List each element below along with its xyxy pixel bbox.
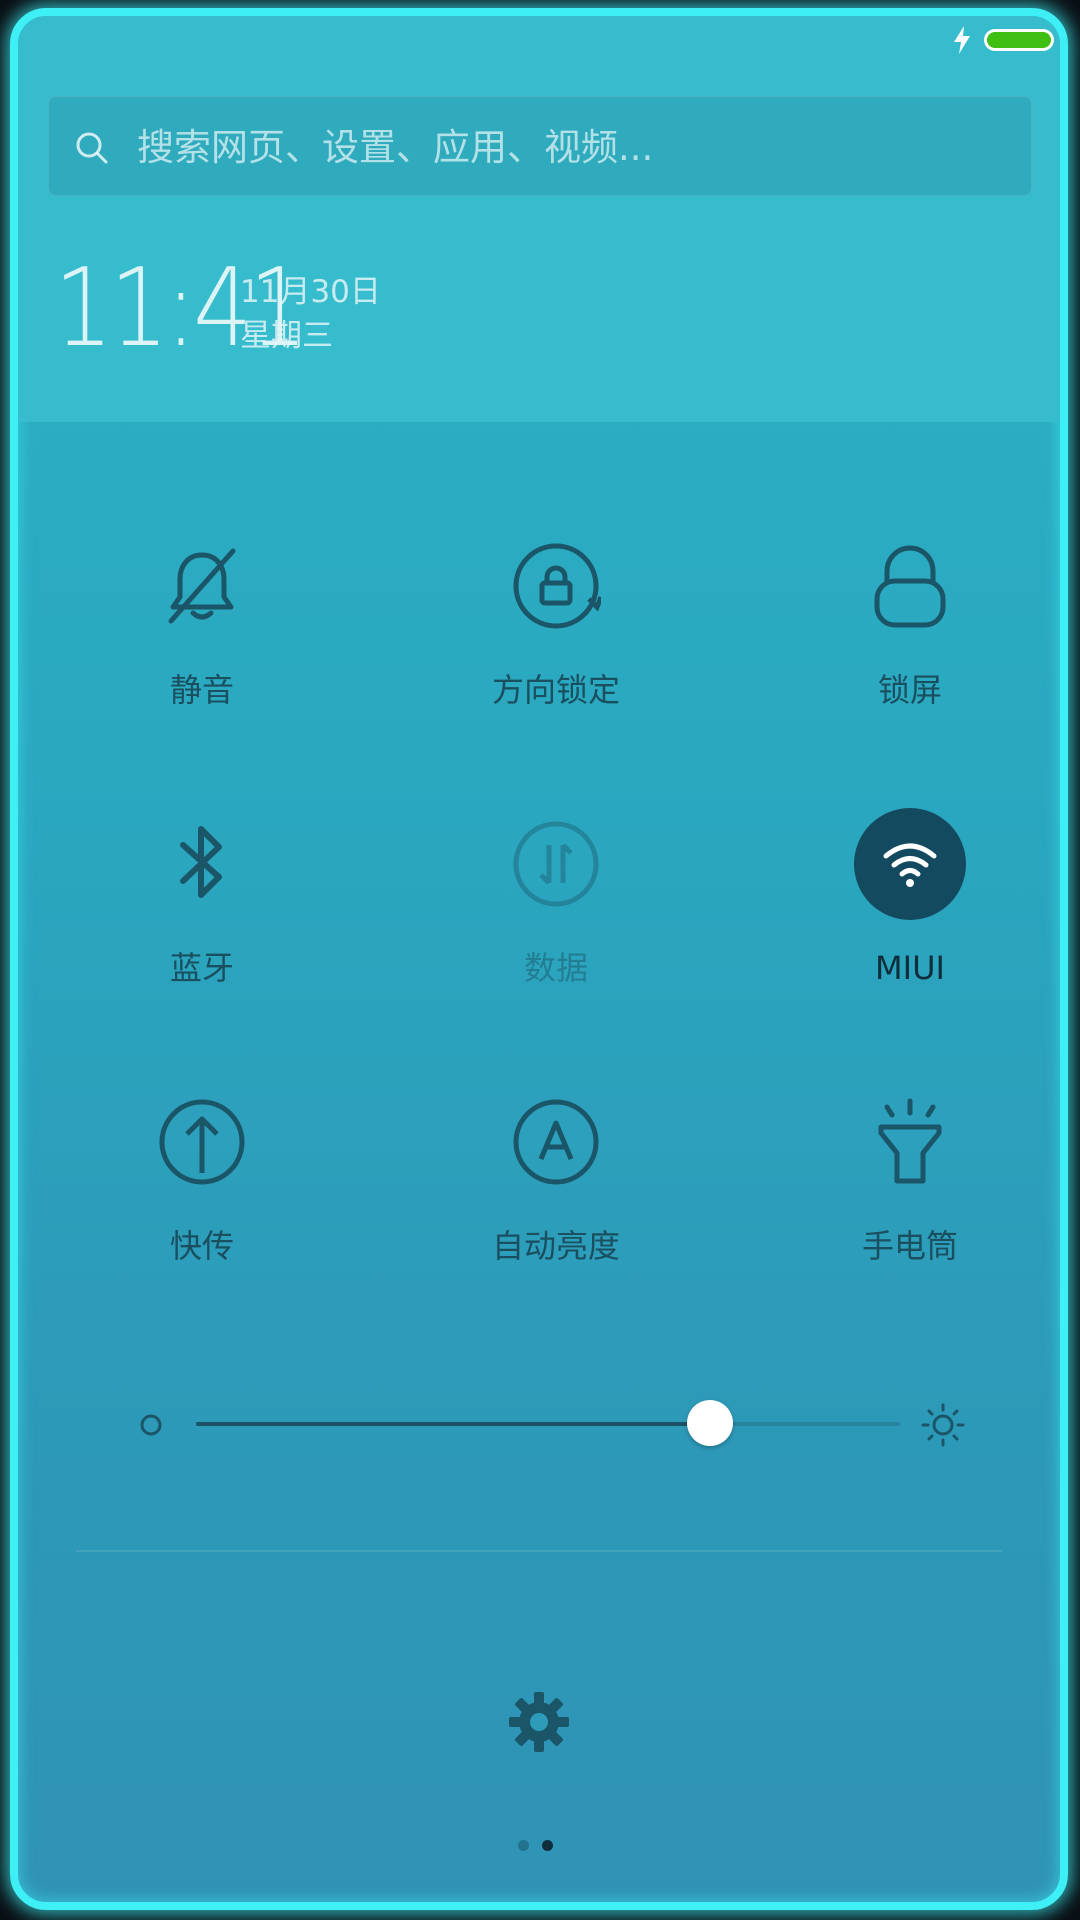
date-text: 11月30日 — [240, 274, 381, 310]
toggle-label: 方向锁定 — [491, 671, 620, 709]
brightness-thumb[interactable] — [686, 1400, 733, 1446]
page-indicator — [518, 1840, 558, 1852]
auto-brightness-icon — [513, 1099, 599, 1185]
battery-level — [987, 32, 1051, 48]
flashlight-icon — [878, 1098, 942, 1184]
toggle-mute[interactable]: 静音 — [52, 526, 352, 746]
toggle-lock-screen[interactable]: 锁屏 — [760, 526, 1060, 746]
clock-date[interactable]: 11月30日 星期三 — [240, 270, 381, 358]
lock-icon — [874, 545, 946, 628]
toggle-flashlight[interactable]: 手电筒 — [760, 1082, 1060, 1302]
toggle-mobile-data[interactable]: 数据 — [406, 804, 706, 1024]
status-bar — [840, 24, 1060, 56]
toggle-label: 快传 — [169, 1227, 234, 1265]
lightning-icon — [954, 26, 970, 54]
gear-icon[interactable] — [507, 1690, 571, 1754]
brightness-slider[interactable] — [138, 1392, 978, 1456]
page-dot-active — [542, 1840, 553, 1851]
upload-arrow-icon — [159, 1099, 245, 1185]
screen: 11:41 11月30日 星期三 静音 — [0, 0, 1080, 1920]
dim-sun-icon — [140, 1414, 162, 1436]
page-dot — [518, 1840, 529, 1851]
notification-shade: 11:41 11月30日 星期三 静音 — [10, 8, 1068, 1910]
toggle-label: 手电筒 — [861, 1227, 958, 1265]
toggle-label: MIUI — [875, 949, 945, 987]
search-input[interactable] — [137, 97, 997, 197]
bell-off-icon — [168, 548, 236, 624]
brightness-track-fill — [196, 1422, 710, 1426]
toggle-rotation-lock[interactable]: 方向锁定 — [406, 526, 706, 746]
mobile-data-icon — [513, 821, 599, 907]
battery-icon — [984, 29, 1054, 51]
rotation-lock-icon — [513, 543, 601, 629]
weekday-text: 星期三 — [240, 318, 333, 354]
search-icon — [76, 132, 108, 164]
bright-sun-icon — [921, 1403, 965, 1447]
toggle-quick-share[interactable]: 快传 — [52, 1082, 352, 1302]
wifi-icon — [883, 843, 937, 887]
toggle-label: 锁屏 — [877, 671, 942, 709]
toggle-wifi[interactable]: MIUI — [760, 804, 1060, 1024]
toggle-label: 蓝牙 — [169, 949, 234, 987]
toggle-label: 静音 — [169, 671, 234, 709]
toggle-auto-brightness[interactable]: 自动亮度 — [406, 1082, 706, 1302]
bluetooth-icon — [180, 826, 222, 898]
divider — [76, 1550, 1002, 1552]
search-bar[interactable] — [48, 96, 1032, 197]
toggle-label: 自动亮度 — [491, 1227, 620, 1265]
wifi-active-indicator — [854, 808, 966, 920]
toggle-bluetooth[interactable]: 蓝牙 — [52, 804, 352, 1024]
toggle-label: 数据 — [523, 949, 588, 987]
